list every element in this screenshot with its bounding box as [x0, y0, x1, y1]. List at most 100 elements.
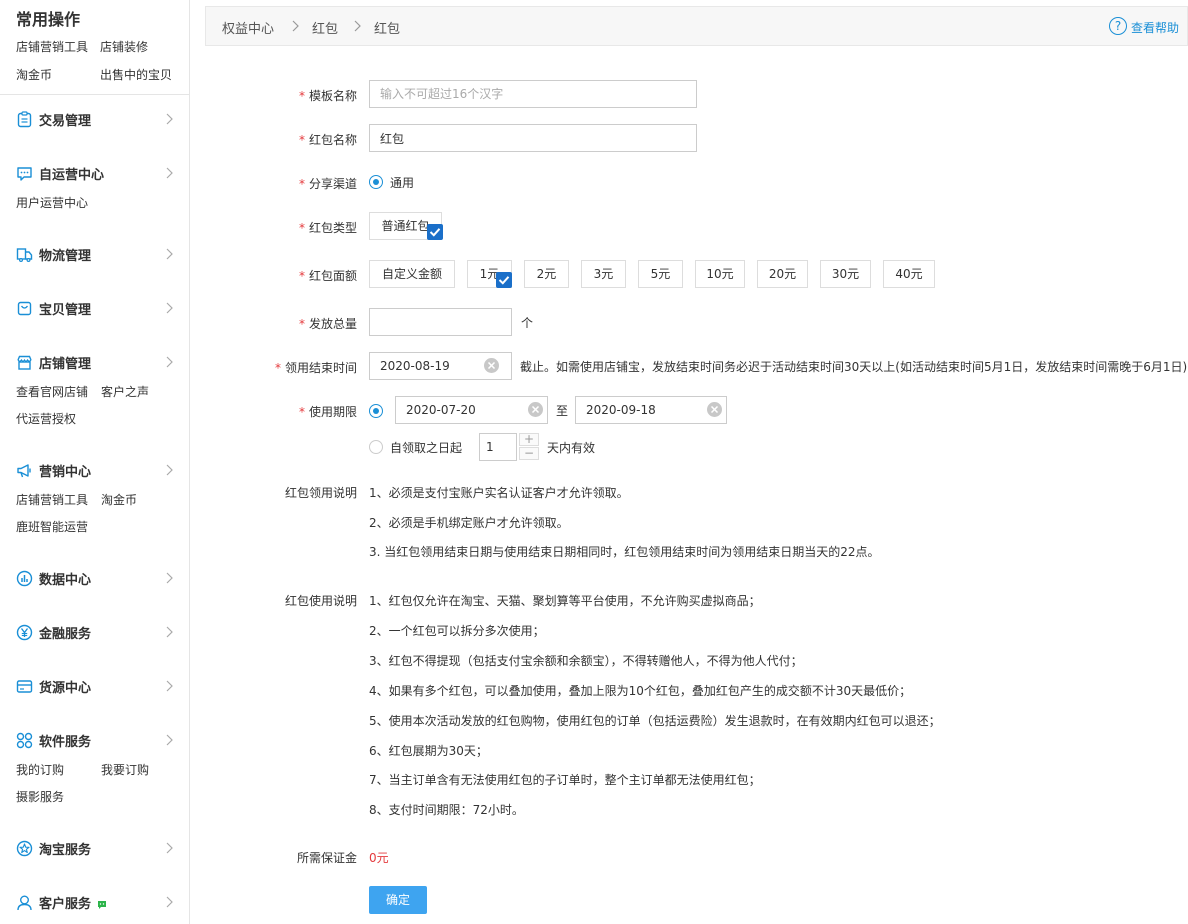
nav-taobao-service-label: 淘宝服务 — [39, 843, 92, 858]
plus-icon[interactable]: + — [519, 433, 539, 446]
minus-icon[interactable]: − — [519, 447, 539, 460]
denomination-2[interactable]: 2元 — [524, 260, 569, 288]
breadcrumb-bar: 权益中心 红包 红包 ? 查看帮助 — [205, 6, 1188, 46]
template-name-input[interactable] — [369, 80, 697, 108]
denomination-custom[interactable]: 自定义金额 — [369, 260, 455, 288]
use-rule-5: 5、使用本次活动发放的红包购物，使用红包的订单（包括运费险）发生退款时，在有效期… — [369, 714, 941, 728]
nav-logistics[interactable]: 物流管理 — [0, 244, 189, 264]
common-link-store-decoration[interactable]: 店铺装修 — [100, 38, 148, 55]
nav-sub-taojinbi[interactable]: 淘金币 — [101, 491, 137, 508]
denomination-5[interactable]: 5元 — [638, 260, 683, 288]
denomination-40[interactable]: 40元 — [883, 260, 935, 288]
denomination-30[interactable]: 30元 — [820, 260, 871, 288]
nav-group-data: 数据中心 — [0, 568, 189, 588]
total-unit: 个 — [521, 316, 534, 330]
common-link-marketing-tools[interactable]: 店铺营销工具 — [16, 38, 88, 55]
packet-name-input[interactable] — [369, 124, 697, 152]
use-period-fixed-radio[interactable] — [369, 404, 383, 418]
user-icon — [16, 894, 33, 911]
chevron-right-icon — [164, 355, 174, 369]
chevron-right-icon — [164, 625, 174, 639]
nav-data-label: 数据中心 — [39, 573, 92, 588]
chevron-right-icon — [164, 301, 174, 315]
total-quantity-input[interactable] — [369, 308, 512, 336]
breadcrumb-item-rights-center[interactable]: 权益中心 — [222, 18, 274, 37]
nav-software-label: 软件服务 — [39, 735, 92, 750]
required-mark: * — [274, 361, 281, 375]
nav-customer-service[interactable]: 客户服务 — [0, 892, 189, 912]
nav-sub-agency-auth[interactable]: 代运营授权 — [16, 410, 76, 427]
nav-sub-marketing-tools[interactable]: 店铺营销工具 — [16, 491, 88, 508]
nav-taobao-service[interactable]: 淘宝服务 — [0, 838, 189, 858]
star-icon — [16, 840, 33, 857]
nav-sub-user-ops[interactable]: 用户运营中心 — [16, 194, 88, 211]
clear-icon[interactable] — [484, 358, 499, 373]
nav-store-label: 店铺管理 — [39, 357, 92, 372]
help-link[interactable]: ? 查看帮助 — [1109, 17, 1179, 37]
packet-type-label: * 红包类型 — [250, 219, 357, 236]
nav-software[interactable]: 软件服务 — [0, 730, 189, 750]
share-channel-option: 通用 — [390, 176, 415, 190]
confirm-button[interactable]: 确定 — [369, 886, 427, 914]
share-channel-label-text: 分享渠道 — [308, 177, 357, 191]
nav-sub-photography[interactable]: 摄影服务 — [16, 788, 64, 805]
nav-sub-view-store[interactable]: 查看官网店铺 — [16, 383, 88, 400]
nav-marketing[interactable]: 营销中心 — [0, 460, 189, 480]
nav-sub-subscribe[interactable]: 我要订购 — [101, 761, 149, 778]
nav-store[interactable]: 店铺管理 — [0, 352, 189, 372]
common-link-items-on-sale[interactable]: 出售中的宝贝 — [100, 66, 172, 83]
denomination-10[interactable]: 10元 — [695, 260, 745, 288]
required-mark: * — [298, 269, 305, 283]
claim-end-label: * 领用结束时间 — [240, 359, 357, 376]
nav-data[interactable]: 数据中心 — [0, 568, 189, 588]
denomination-3[interactable]: 3元 — [581, 260, 626, 288]
clear-icon[interactable] — [528, 402, 543, 417]
nav-sub-luban[interactable]: 鹿班智能运营 — [16, 518, 88, 535]
use-period-start-input[interactable] — [395, 396, 548, 424]
nav-marketing-label: 营销中心 — [39, 465, 92, 480]
use-rule-1: 1、红包仅允许在淘宝、天猫、聚划算等平台使用，不允许购买虚拟商品； — [369, 594, 761, 608]
nav-group-software: 软件服务 我的订购 我要订购 摄影服务 — [0, 730, 189, 804]
valid-days-input[interactable] — [479, 433, 517, 461]
nav-sub-customer-voice[interactable]: 客户之声 — [101, 383, 149, 400]
chevron-right-icon — [164, 463, 174, 477]
megaphone-icon — [16, 462, 33, 479]
nav-sub-my-subscriptions[interactable]: 我的订购 — [16, 761, 64, 778]
nav-items[interactable]: 宝贝管理 — [0, 298, 189, 318]
packet-name-label: * 红包名称 — [250, 131, 357, 148]
common-actions-title: 常用操作 — [16, 10, 81, 29]
use-period-end-input[interactable] — [575, 396, 727, 424]
nav-group-finance: 金融服务 — [0, 622, 189, 642]
message-badge-icon — [98, 900, 107, 909]
common-link-taojinbi[interactable]: 淘金币 — [16, 66, 52, 83]
share-channel-label: * 分享渠道 — [250, 175, 357, 192]
nav-self-ops[interactable]: 自运营中心 — [0, 163, 189, 183]
required-mark: * — [298, 405, 305, 419]
chart-icon — [16, 570, 33, 587]
use-period-to: 至 — [556, 404, 569, 418]
nav-group-trade: 交易管理 — [0, 109, 189, 129]
logistics-icon — [16, 246, 33, 263]
valid-days-suffix: 天内有效 — [547, 441, 596, 455]
use-period-relative-radio[interactable] — [369, 440, 383, 454]
nav-group-customer-service: 客户服务 — [0, 892, 189, 912]
claim-rules-label: 红包领用说明 — [284, 486, 357, 500]
nav-customer-service-text: 客户服务 — [39, 897, 92, 912]
required-mark: * — [298, 89, 305, 103]
denomination-label: * 红包面额 — [250, 267, 357, 284]
nav-finance-label: 金融服务 — [39, 627, 92, 642]
required-mark: * — [298, 177, 305, 191]
required-mark: * — [298, 221, 305, 235]
nav-trade[interactable]: 交易管理 — [0, 109, 189, 129]
breadcrumb-item-redpacket[interactable]: 红包 — [312, 18, 338, 37]
breadcrumb-chevron-icon — [290, 19, 300, 33]
nav-group-items: 宝贝管理 — [0, 298, 189, 318]
nav-group-marketing: 营销中心 店铺营销工具 淘金币 鹿班智能运营 — [0, 460, 189, 534]
nav-finance[interactable]: 金融服务 — [0, 622, 189, 642]
share-channel-radio[interactable] — [369, 175, 383, 189]
clear-icon[interactable] — [707, 402, 722, 417]
denomination-20[interactable]: 20元 — [757, 260, 808, 288]
use-rule-4: 4、如果有多个红包，可以叠加使用，叠加上限为10个红包，叠加红包产生的成交额不计… — [369, 684, 912, 698]
apps-icon — [16, 732, 33, 749]
nav-sourcing[interactable]: 货源中心 — [0, 676, 189, 696]
